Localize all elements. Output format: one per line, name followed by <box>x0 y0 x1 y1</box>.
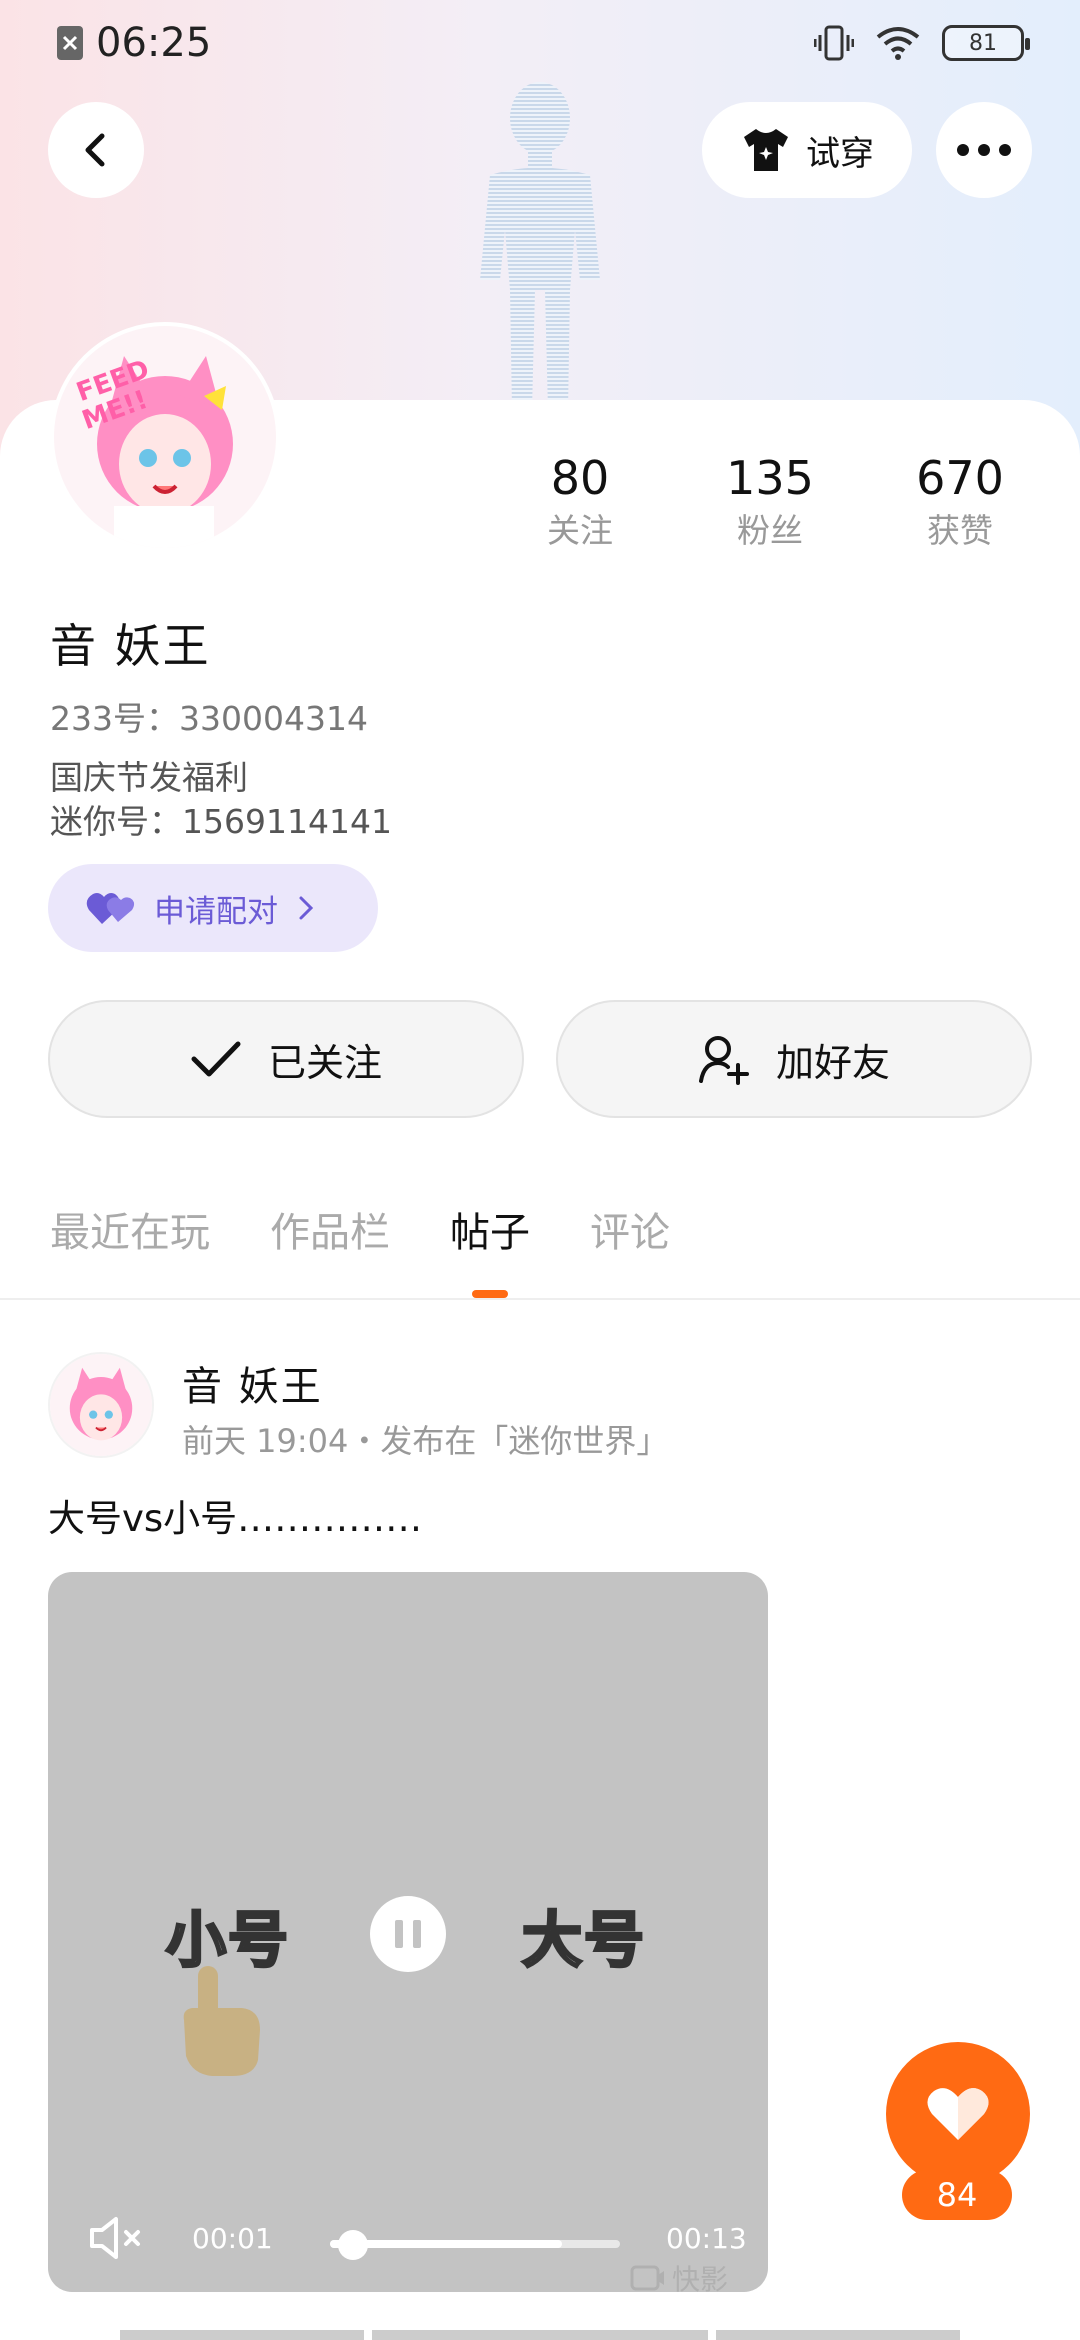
pause-bar-left <box>395 1920 403 1948</box>
post-meta: 前天 19:04・发布在「迷你世界」 <box>182 1422 669 1460</box>
next-post-thumbnail-3 <box>716 2330 960 2340</box>
try-on-label: 试穿 <box>806 133 874 174</box>
heart-icon <box>927 2088 989 2140</box>
back-button[interactable] <box>48 102 144 198</box>
stat-fans[interactable]: 135 粉丝 <box>680 448 860 554</box>
next-post-thumbnail-1 <box>120 2330 364 2340</box>
battery-indicator: 81 <box>942 25 1030 61</box>
video-progress-knob[interactable] <box>338 2230 369 2260</box>
profile-avatar[interactable]: FEED ME!! <box>50 322 280 552</box>
add-friend-label: 加好友 <box>775 1040 890 1085</box>
notification-close-icon <box>57 26 83 60</box>
video-current-time: 00:01 <box>192 2222 273 2255</box>
bio-line-2: 迷你号：1569114141 <box>50 802 392 841</box>
anime-avatar-image: FEED ME!! <box>54 326 276 548</box>
status-bar: 06:25 81 <box>0 0 1080 86</box>
stat-following[interactable]: 80 关注 <box>490 448 670 554</box>
video-controls: 00:01 00:13 快影 <box>48 2182 768 2292</box>
double-heart-icon <box>86 893 135 924</box>
camera-logo-icon <box>630 2265 664 2291</box>
video-progress-bar[interactable] <box>330 2230 620 2260</box>
add-friend-button[interactable]: 加好友 <box>556 1000 1032 1118</box>
tabs-divider <box>0 1298 1080 1300</box>
tab-posts[interactable]: 帖子 <box>450 1200 530 1298</box>
pause-bar-right <box>413 1920 421 1948</box>
tab-works[interactable]: 作品栏 <box>270 1200 390 1270</box>
checkmark-icon <box>191 1041 241 1077</box>
profile-uid: 233号：330004314 <box>50 699 368 738</box>
add-user-icon <box>698 1036 749 1085</box>
tab-posts-label: 帖子 <box>450 1210 530 1256</box>
stat-following-label: 关注 <box>547 511 613 550</box>
profile-stats: 80 关注 135 粉丝 670 获赞 <box>490 448 1050 554</box>
more-dots-icon <box>957 144 1011 156</box>
pointing-hand-icon <box>183 1966 260 2076</box>
try-on-button[interactable]: 试穿 <box>702 102 912 198</box>
post-text[interactable]: 大号vs小号…………… <box>48 1488 422 1542</box>
mute-icon[interactable] <box>88 2216 148 2260</box>
tab-recently-played[interactable]: 最近在玩 <box>50 1200 210 1270</box>
video-label-right: 大号 <box>521 1905 646 1978</box>
tshirt-icon <box>744 129 788 171</box>
like-count-badge: 84 <box>902 2170 1012 2220</box>
profile-tabs: 最近在玩 作品栏 帖子 评论 <box>50 1200 670 1298</box>
stat-likes[interactable]: 670 获赞 <box>870 448 1050 554</box>
post-video[interactable]: 小号 大号 00:01 00:13 快影 <box>48 1572 768 2292</box>
avatar-3d-figure <box>480 82 600 410</box>
chevron-right-icon <box>299 896 314 920</box>
more-options-button[interactable] <box>936 102 1032 198</box>
anime-avatar-small-image <box>50 1354 152 1456</box>
video-watermark: 快影 <box>630 2258 728 2292</box>
wifi-icon <box>876 27 920 60</box>
next-post-thumbnail-2 <box>372 2330 708 2340</box>
pause-button[interactable] <box>370 1896 446 1972</box>
battery-level: 81 <box>969 30 997 56</box>
following-button[interactable]: 已关注 <box>48 1000 524 1118</box>
request-pair-label: 申请配对 <box>154 893 278 930</box>
active-tab-indicator <box>472 1290 508 1298</box>
watermark-text: 快影 <box>672 2263 729 2292</box>
request-pair-button[interactable]: 申请配对 <box>48 864 378 952</box>
stat-fans-value: 135 <box>726 451 814 505</box>
profile-bio: 国庆节发福利 迷你号：1569114141 <box>50 756 392 844</box>
stat-likes-label: 获赞 <box>927 511 993 550</box>
vibrate-icon <box>814 25 854 61</box>
stat-likes-value: 670 <box>916 451 1004 505</box>
like-button[interactable] <box>886 2042 1030 2186</box>
video-duration: 00:13 <box>666 2222 747 2255</box>
profile-name: 音 妖王 <box>50 619 211 673</box>
status-time: 06:25 <box>96 20 212 66</box>
bio-line-1: 国庆节发福利 <box>50 758 248 797</box>
stat-following-value: 80 <box>550 451 610 505</box>
tab-comments[interactable]: 评论 <box>590 1200 670 1270</box>
stat-fans-label: 粉丝 <box>737 511 803 550</box>
post-author-avatar[interactable] <box>48 1352 154 1458</box>
chevron-left-icon <box>85 133 105 167</box>
post-author-name[interactable]: 音 妖王 <box>182 1354 323 1412</box>
following-label: 已关注 <box>267 1040 382 1085</box>
